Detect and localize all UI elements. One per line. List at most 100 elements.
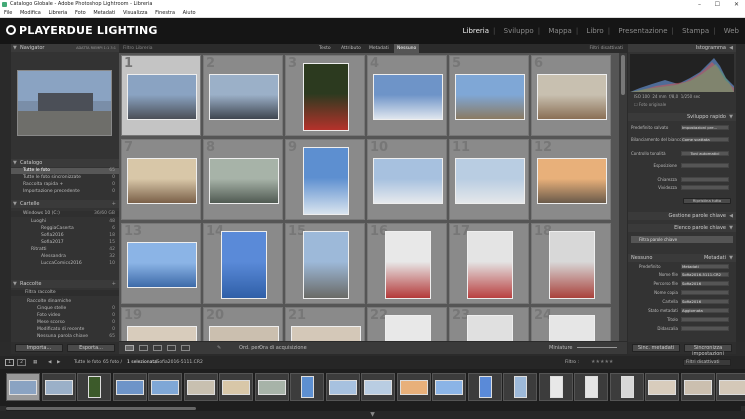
grid-cell[interactable]: 7 (121, 139, 201, 220)
filmstrip-photo[interactable] (151, 380, 179, 395)
metadata-row[interactable]: Didascalia (631, 326, 733, 333)
grid-scrollbar[interactable] (619, 53, 627, 341)
photo-thumbnail[interactable] (373, 73, 443, 120)
photo-thumbnail[interactable] (303, 146, 349, 215)
grid-cell[interactable]: 12 (531, 139, 611, 220)
grid-cell[interactable]: 8 (203, 139, 283, 220)
source-breadcrumb[interactable]: Tutte le foto (74, 356, 101, 369)
module-web[interactable]: Web (724, 27, 739, 35)
filmstrip-thumb[interactable] (432, 373, 466, 401)
reset-all-button[interactable]: Ripristina tutto (683, 198, 731, 204)
filmstrip-photo[interactable] (620, 376, 634, 398)
grid-cell[interactable]: 14 (203, 223, 283, 304)
quick-vibrance[interactable]: Vividezza (631, 185, 733, 191)
filmstrip-photo[interactable] (399, 380, 428, 395)
keyword-filter-input[interactable]: Filtra parole chiave (631, 236, 733, 243)
bottom-panel-toggle[interactable]: ▼ (0, 411, 745, 419)
catalog-quick-collection[interactable]: Raccolta rapida +0 (11, 182, 119, 188)
filmstrip-photo[interactable] (514, 376, 527, 398)
people-view-icon[interactable] (181, 345, 190, 351)
menu-help[interactable]: Aiuto (183, 10, 196, 16)
filmstrip-thumb[interactable] (290, 373, 324, 401)
metadata-value[interactable] (681, 317, 729, 322)
loupe-view-icon[interactable] (139, 345, 148, 351)
folder-alessandra[interactable]: Alessandra 32 (11, 254, 119, 260)
filmstrip-thumb[interactable] (41, 373, 76, 401)
filmstrip-photo[interactable] (435, 380, 463, 395)
filmstrip-thumb[interactable] (361, 373, 395, 401)
folder-luccacomics2016[interactable]: LuccaComics2016 10 (11, 261, 119, 267)
close-button[interactable]: ✕ (734, 0, 739, 9)
metadata-row[interactable]: Nome copia (631, 290, 733, 297)
minimize-button[interactable]: – (698, 0, 701, 9)
grid-cell[interactable]: 6 (531, 55, 611, 136)
photo-thumbnail[interactable] (291, 325, 361, 341)
menu-photo[interactable]: Foto (75, 10, 86, 16)
menu-metadata[interactable]: Metadati (93, 10, 115, 16)
navigator-header[interactable]: ▼ Navigator ADATTA RIEMPI 1:1 3:1 (11, 44, 119, 52)
grid-cell[interactable]: 13 (121, 223, 201, 304)
metadata-row[interactable]: Percorso file Sofia2016 (631, 281, 733, 288)
survey-view-icon[interactable] (167, 345, 176, 351)
metadata-value[interactable]: Sofia2016 (681, 281, 729, 286)
filmstrip-thumb[interactable] (716, 373, 745, 401)
filmstrip-thumb[interactable] (574, 373, 608, 401)
grid-cell[interactable]: 5 (449, 55, 529, 136)
filmstrip-photo[interactable] (364, 380, 392, 395)
grid-cell[interactable]: 23 (449, 307, 529, 341)
photo-thumbnail[interactable] (127, 73, 197, 120)
grid-scroll-thumb[interactable] (621, 55, 625, 95)
maximize-button[interactable]: ☐ (715, 0, 720, 9)
filmstrip-thumb[interactable] (503, 373, 537, 401)
photo-thumbnail[interactable] (455, 73, 525, 120)
filmstrip-photo[interactable] (301, 376, 314, 398)
menu-view[interactable]: Visualizza (123, 10, 148, 16)
metadata-value[interactable]: Sofia2016 (681, 299, 729, 304)
grid-cell[interactable]: 24 (531, 307, 611, 341)
photo-thumbnail[interactable] (209, 157, 279, 204)
grid-cell[interactable]: 3 (285, 55, 365, 136)
compare-view-icon[interactable] (153, 345, 162, 351)
grid-cell[interactable]: 22 (367, 307, 447, 341)
collection-last-month[interactable]: Mese scorso 0 (11, 320, 119, 326)
folder-drive[interactable]: Windows 10 (C:) 36/60 GB (11, 211, 119, 217)
metadata-value[interactable]: Aggiornata (681, 308, 729, 313)
photo-thumbnail[interactable] (209, 325, 279, 341)
rating-filter-stars[interactable]: ★★★★★ (591, 356, 613, 369)
filmstrip-thumb[interactable] (183, 373, 218, 401)
folders-header[interactable]: ▼ Cartelle + (11, 200, 119, 208)
collections-filter-input[interactable]: Filtra raccolte (11, 290, 119, 296)
filmstrip-photo[interactable] (257, 380, 286, 395)
filmstrip-thumb[interactable] (645, 373, 679, 401)
module-develop[interactable]: Sviluppo (504, 27, 534, 35)
folder-ritratti[interactable]: Ritratti 42 (11, 247, 119, 253)
filter-preset-select[interactable]: Filtri disattivati (590, 44, 623, 53)
filmstrip-photo[interactable] (478, 376, 492, 398)
filmstrip-thumb[interactable] (680, 373, 715, 401)
filmstrip-thumb[interactable] (148, 373, 182, 401)
filmstrip-photo[interactable] (549, 376, 563, 398)
collections-header[interactable]: ▼ Raccolte + (11, 280, 119, 288)
filter-tab-attribute[interactable]: Attributo (341, 44, 361, 53)
grid-cell[interactable]: 11 (449, 139, 529, 220)
folder-luoghi[interactable]: Luoghi 48 (11, 219, 119, 225)
module-slideshow[interactable]: Presentazione (618, 27, 667, 35)
folder-sofia2017[interactable]: Sofia2017 15 (11, 240, 119, 246)
collection-set-smart[interactable]: Raccolte dinamiche (11, 299, 119, 305)
module-book[interactable]: Libro (586, 27, 603, 35)
photo-thumbnail[interactable] (303, 62, 349, 131)
quick-clarity[interactable]: Chiarezza (631, 177, 733, 183)
filmstrip-thumb[interactable] (609, 373, 644, 401)
photo-thumbnail[interactable] (127, 325, 197, 341)
quick-white-balance[interactable]: Bilanciamento del bianco Come scattata (631, 137, 733, 143)
histogram-header[interactable]: Istogramma ◀ (628, 44, 736, 52)
filmstrip-photo[interactable] (585, 376, 598, 398)
filmstrip-photo[interactable] (44, 380, 73, 395)
collection-recently-modified[interactable]: Modificato di recente 0 (11, 327, 119, 333)
back-arrow-icon[interactable]: ◀ (48, 356, 51, 369)
grid-cell[interactable]: 10 (367, 139, 447, 220)
filmstrip-photo[interactable] (9, 380, 37, 395)
filter-tab-none[interactable]: Nessuno (394, 44, 420, 53)
sort-select[interactable]: Ora di acquisizione (259, 342, 307, 354)
catalog-all-photos[interactable]: Tutte le foto 65 (11, 168, 119, 174)
